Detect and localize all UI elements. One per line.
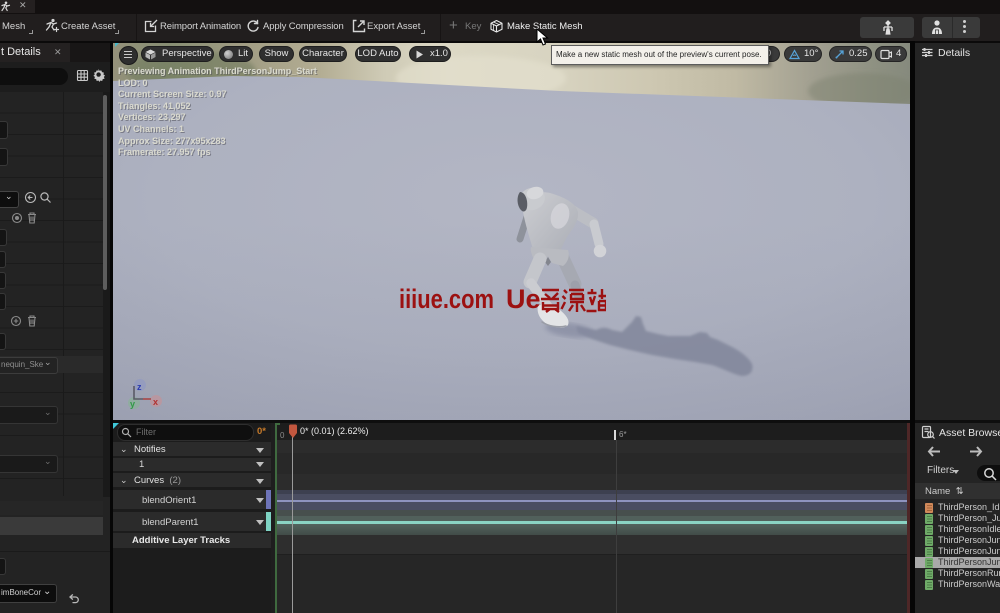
svg-text:iiiue.com: iiiue.com [399, 284, 494, 314]
svg-text:Ue: Ue [506, 284, 541, 314]
svg-text:y: y [130, 399, 135, 409]
svg-text:z: z [137, 382, 142, 392]
svg-text:x: x [153, 397, 158, 407]
